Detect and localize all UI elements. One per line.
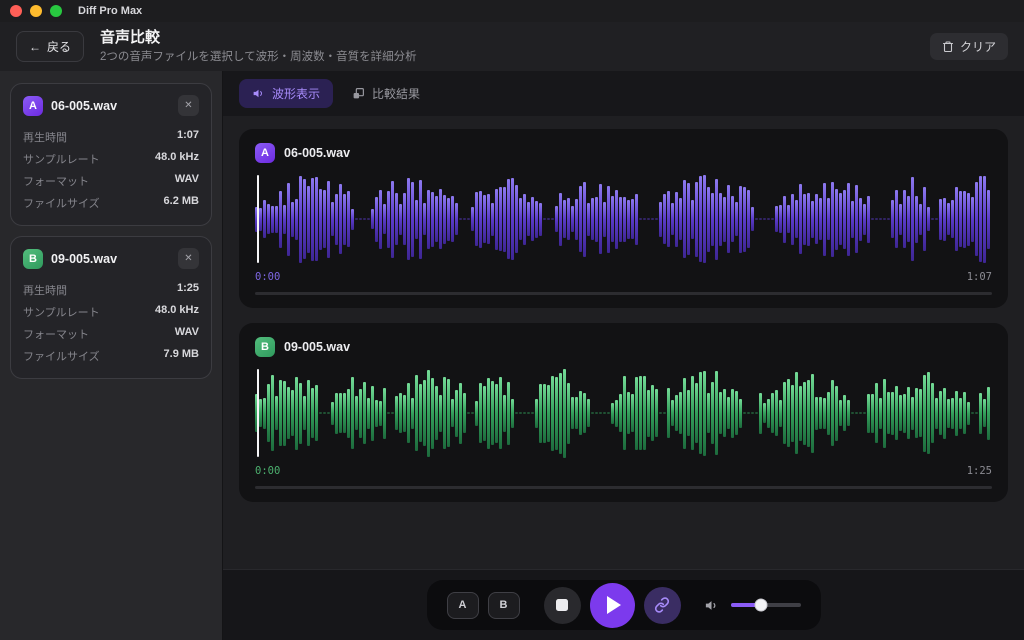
minimize-window-button[interactable]: [30, 5, 42, 17]
tab-compare-label: 比較結果: [372, 85, 420, 102]
title-block: 音声比較 2つの音声ファイルを選択して波形・周波数・音質を詳細分析: [100, 29, 417, 65]
app-window: Diff Pro Max ← 戻る 音声比較 2つの音声ファイルを選択して波形・…: [0, 0, 1024, 640]
file-card-a: A 06-005.wav ✕ 再生時間1:07 サンプルレート48.0 kHz …: [10, 83, 212, 226]
progress-bar-b[interactable]: [255, 486, 992, 489]
panel-b-current-time: 0:00: [255, 465, 280, 477]
stop-icon: [556, 599, 568, 611]
select-track-a-button[interactable]: A: [447, 592, 479, 619]
waveform-a-bars: [255, 171, 992, 267]
zoom-window-button[interactable]: [50, 5, 62, 17]
volume-icon: [704, 598, 719, 613]
playhead-a[interactable]: [257, 175, 259, 263]
volume-control: [704, 598, 801, 613]
waveform-b[interactable]: [255, 365, 992, 461]
tab-waveform[interactable]: 波形表示: [239, 79, 333, 108]
progress-bar-a[interactable]: [255, 292, 992, 295]
clear-button[interactable]: クリア: [930, 33, 1008, 60]
volume-slider-thumb[interactable]: [754, 599, 767, 612]
page-title: 音声比較: [100, 29, 417, 48]
clear-button-label: クリア: [960, 38, 996, 55]
file-a-duration-row: 再生時間1:07: [23, 126, 199, 148]
remove-file-b-button[interactable]: ✕: [178, 248, 199, 269]
file-b-badge: B: [23, 249, 43, 269]
panel-a-filename: 06-005.wav: [284, 146, 350, 160]
diff-icon: [352, 87, 365, 100]
tab-compare-results[interactable]: 比較結果: [339, 79, 433, 108]
waveform-content: A 06-005.wav 0:00 1:07: [223, 116, 1024, 569]
waveform-panel-a: A 06-005.wav 0:00 1:07: [239, 129, 1008, 308]
waveform-a[interactable]: [255, 171, 992, 267]
trash-icon: [942, 40, 954, 53]
back-button[interactable]: ← 戻る: [16, 31, 84, 62]
titlebar: Diff Pro Max: [0, 0, 1024, 22]
waveform-panel-b: B 09-005.wav 0:00 1:25: [239, 323, 1008, 502]
close-icon: ✕: [184, 253, 192, 264]
panel-a-badge: A: [255, 143, 275, 163]
traffic-lights: [10, 5, 62, 17]
panel-a-current-time: 0:00: [255, 271, 280, 283]
play-icon: [607, 596, 621, 614]
file-a-samplerate-row: サンプルレート48.0 kHz: [23, 148, 199, 170]
volume-slider[interactable]: [731, 603, 801, 607]
sidebar: A 06-005.wav ✕ 再生時間1:07 サンプルレート48.0 kHz …: [0, 71, 223, 640]
waveform-b-bars: [255, 365, 992, 461]
player-footer: A B: [223, 569, 1024, 640]
remove-file-a-button[interactable]: ✕: [178, 95, 199, 116]
file-card-b: B 09-005.wav ✕ 再生時間1:25 サンプルレート48.0 kHz …: [10, 236, 212, 379]
select-track-b-button[interactable]: B: [488, 592, 520, 619]
back-arrow-icon: ←: [29, 40, 41, 54]
tab-bar: 波形表示 比較結果: [223, 71, 1024, 116]
file-a-badge: A: [23, 96, 43, 116]
link-icon: [654, 597, 670, 613]
file-a-format-row: フォーマットWAV: [23, 170, 199, 192]
file-a-filesize-row: ファイルサイズ6.2 MB: [23, 192, 199, 214]
stop-button[interactable]: [544, 587, 581, 624]
close-icon: ✕: [184, 100, 192, 111]
app-title: Diff Pro Max: [78, 5, 142, 17]
page-header: ← 戻る 音声比較 2つの音声ファイルを選択して波形・周波数・音質を詳細分析 ク…: [0, 22, 1024, 71]
panel-a-duration: 1:07: [967, 271, 992, 283]
back-button-label: 戻る: [47, 38, 71, 55]
file-b-samplerate-row: サンプルレート48.0 kHz: [23, 301, 199, 323]
file-a-name: 06-005.wav: [51, 99, 170, 113]
playhead-b[interactable]: [257, 369, 259, 457]
tab-waveform-label: 波形表示: [272, 85, 320, 102]
speaker-icon: [252, 87, 265, 100]
panel-b-filename: 09-005.wav: [284, 340, 350, 354]
player-bar: A B: [427, 580, 821, 630]
file-b-format-row: フォーマットWAV: [23, 323, 199, 345]
play-button[interactable]: [590, 583, 635, 628]
link-playback-button[interactable]: [644, 587, 681, 624]
file-b-name: 09-005.wav: [51, 252, 170, 266]
page-subtitle: 2つの音声ファイルを選択して波形・周波数・音質を詳細分析: [100, 48, 417, 64]
close-window-button[interactable]: [10, 5, 22, 17]
panel-b-badge: B: [255, 337, 275, 357]
file-b-duration-row: 再生時間1:25: [23, 279, 199, 301]
file-b-filesize-row: ファイルサイズ7.9 MB: [23, 345, 199, 367]
panel-b-duration: 1:25: [967, 465, 992, 477]
